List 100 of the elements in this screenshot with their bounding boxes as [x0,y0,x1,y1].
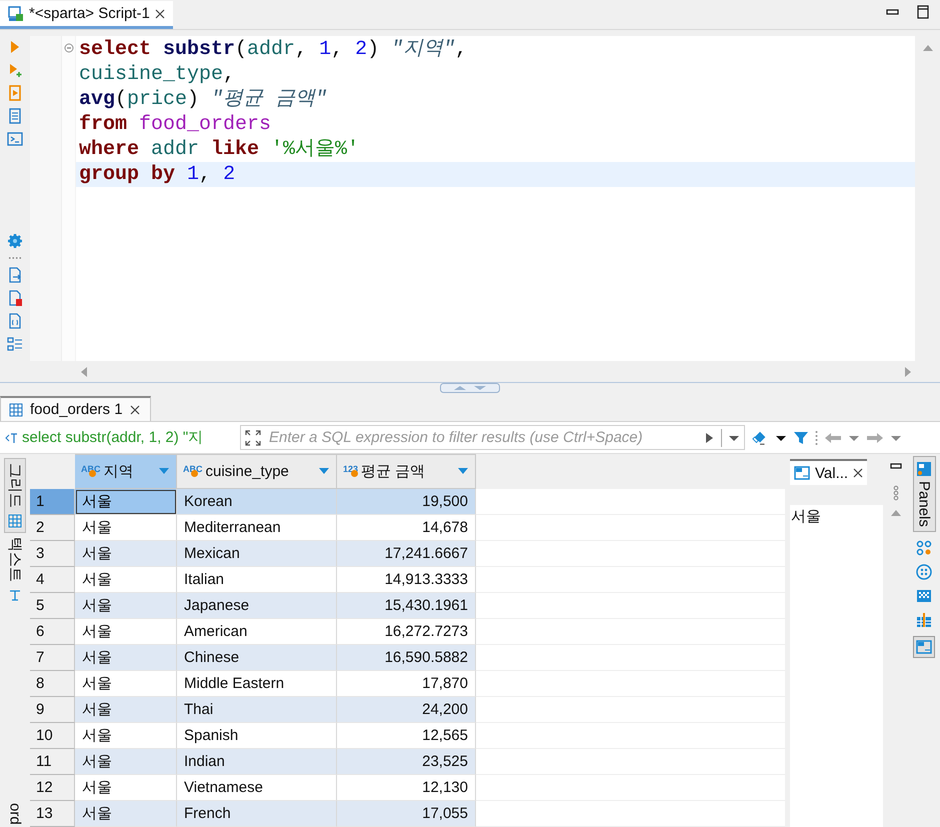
row-number[interactable]: 11 [30,748,75,775]
row-number[interactable]: 13 [30,800,75,827]
panels-icon [916,461,932,477]
file-error-icon[interactable] [7,290,23,306]
table-cell: Thai [177,696,337,723]
table-cell: American [177,618,337,645]
filter-field[interactable]: Enter a SQL expression to filter results (use Ctrl+Space) [240,425,745,450]
table-cell: Korean [177,488,337,515]
table-cell: 서울 [75,774,177,801]
table-cell: 24,200 [337,696,476,723]
table-cell: 서울 [75,514,177,541]
view-tab[interactable]: 텍스트 [4,533,26,606]
row-number[interactable]: 6 [30,618,75,645]
table-cell: Japanese [177,592,337,619]
scroll-up-icon[interactable] [922,44,934,52]
panel-icon [916,638,932,655]
table-cell: Middle Eastern [177,670,337,697]
code-line: group by 1, 2 [79,162,236,187]
row-number[interactable]: 1 [30,488,75,515]
run-script-icon[interactable] [7,85,23,101]
apply-icon[interactable] [703,432,715,444]
variables-icon[interactable] [7,313,23,329]
mappings-icon[interactable] [916,540,932,556]
panels-tab[interactable]: Panels [912,456,936,532]
sash-handle[interactable] [440,383,500,393]
terminal-icon[interactable] [7,131,23,147]
table-chart-icon[interactable] [916,612,932,628]
results-tab[interactable]: food_orders 1 [0,396,151,421]
table-cell: 서울 [75,800,177,827]
settings-icon[interactable] [7,233,23,249]
table-cell: Vietnamese [177,774,337,801]
grid-icon [9,402,23,416]
code-line: where addr like '%서울%' [79,137,360,162]
row-number[interactable]: 3 [30,540,75,567]
table-cell: 17,241.6667 [337,540,476,567]
row-number[interactable]: 5 [30,592,75,619]
panel-icon [794,465,810,481]
row-number[interactable]: 2 [30,514,75,541]
outline-icon[interactable] [7,336,23,352]
document-icon[interactable] [7,108,23,124]
row-number[interactable]: 8 [30,670,75,697]
filter-icon[interactable] [793,430,809,446]
table-cell: 17,870 [337,670,476,697]
minimize-icon[interactable] [890,463,902,469]
table-cell: 12,130 [337,774,476,801]
row-number[interactable]: 7 [30,644,75,671]
maximize-icon[interactable] [916,5,930,19]
scroll-up-icon[interactable] [890,509,902,517]
tab-title: food_orders 1 [30,401,123,418]
sort-icon[interactable] [318,467,330,476]
value-panel-tab[interactable]: Val... [790,459,868,485]
table-cell: 19,500 [337,488,476,515]
expand-icon[interactable] [245,430,261,446]
sort-icon[interactable] [457,467,469,476]
table-cell: Indian [177,748,337,775]
table-cell: 서울 [75,644,177,671]
more-icon[interactable] [892,485,898,501]
sort-icon[interactable] [158,467,170,476]
run-new-tab-icon[interactable] [7,62,23,78]
grid-icon [8,514,22,528]
row-number[interactable]: 12 [30,774,75,801]
script-icon [8,6,24,22]
table-cell: 17,055 [337,800,476,827]
fold-icon[interactable] [64,43,74,53]
editor-tab[interactable]: *<sparta> Script-1 [0,1,173,29]
table-cell: Mexican [177,540,337,567]
view-tab[interactable]: 그리드 [4,458,26,533]
table-cell: 서울 [75,488,177,515]
record-tab[interactable]: ord [4,799,26,827]
code-line: cuisine_type, [79,62,236,87]
table-cell: 서울 [75,566,177,593]
table-cell: 서울 [75,592,177,619]
table-cell: 서울 [75,696,177,723]
table-cell: 15,430.1961 [337,592,476,619]
button-dots-icon[interactable] [916,564,932,580]
table-cell: 서울 [75,748,177,775]
table-cell: Chinese [177,644,337,671]
row-number[interactable]: 4 [30,566,75,593]
close-icon[interactable] [853,468,864,478]
column-label: 평균 금액 [361,462,426,481]
checkered-grid-icon[interactable] [916,588,932,604]
code-line: select substr(addr, 1, 2) "지역", [79,37,468,62]
column-label: cuisine_type [206,462,290,480]
table-cell: 서울 [75,540,177,567]
scroll-left-icon[interactable] [80,366,88,378]
close-icon[interactable] [130,404,140,414]
scroll-right-icon[interactable] [904,366,912,378]
query-field[interactable]: select substr(addr, 1, 2) "지 [4,426,234,450]
table-cell: 23,525 [337,748,476,775]
export-icon[interactable] [7,267,23,283]
panel-toggle-button[interactable] [913,636,935,658]
row-number[interactable]: 9 [30,696,75,723]
tab-title: *<sparta> Script-1 [29,5,150,22]
column-label: 지역 [104,462,134,481]
row-number[interactable]: 10 [30,722,75,749]
table-cell: 12,565 [337,722,476,749]
table-cell: 14,678 [337,514,476,541]
table-cell: Italian [177,566,337,593]
text-icon [8,588,22,602]
close-icon[interactable] [154,8,165,18]
